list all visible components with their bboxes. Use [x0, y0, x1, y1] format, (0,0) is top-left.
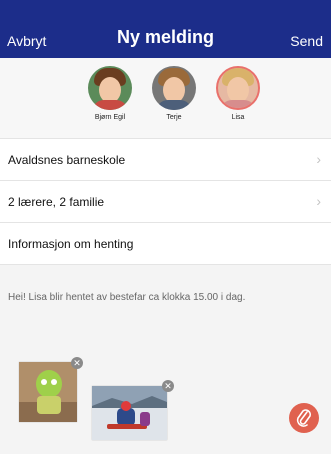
send-button[interactable]: Send — [290, 33, 323, 49]
row-recipients-summary[interactable]: 2 lærere, 2 familie › — [0, 180, 331, 222]
recipient-bjorn-egil[interactable]: Bjørn Egil — [82, 66, 138, 121]
message-body[interactable]: Hei! Lisa blir hentet av bestefar ca klo… — [8, 291, 318, 304]
row-school[interactable]: Avaldsnes barneskole › — [0, 138, 331, 180]
close-icon[interactable]: ✕ — [71, 357, 83, 369]
paperclip-icon — [296, 409, 312, 427]
cancel-button[interactable]: Avbryt — [7, 33, 46, 49]
close-icon[interactable]: ✕ — [162, 380, 174, 392]
recipient-name: Lisa — [231, 114, 245, 121]
nav-bar: Avbryt Ny melding Send — [0, 0, 331, 58]
recipient-name: Bjørn Egil — [94, 114, 126, 121]
subject-label: Informasjon om henting — [8, 237, 134, 251]
avatar — [216, 66, 260, 110]
attachment-photo-2[interactable] — [92, 386, 167, 440]
avatar — [88, 66, 132, 110]
recipient-terje[interactable]: Terje — [146, 66, 202, 121]
recipient-strip: Bjørn Egil Terje Lisa — [0, 58, 331, 138]
row-subject[interactable]: Informasjon om henting — [0, 222, 331, 264]
chevron-right-icon: › — [316, 193, 321, 209]
recipient-name: Terje — [166, 114, 182, 121]
chevron-right-icon: › — [316, 151, 321, 167]
photo-thumbnail — [92, 386, 167, 440]
avatar — [152, 66, 196, 110]
photo-thumbnail — [19, 362, 77, 422]
attach-button[interactable] — [289, 403, 319, 433]
attachment-photo-1[interactable] — [19, 362, 77, 422]
row-label: 2 lærere, 2 familie — [8, 195, 105, 209]
recipient-lisa[interactable]: Lisa — [210, 66, 266, 121]
page-title: Ny melding — [116, 27, 214, 47]
row-label: Avaldsnes barneskole — [8, 153, 126, 167]
